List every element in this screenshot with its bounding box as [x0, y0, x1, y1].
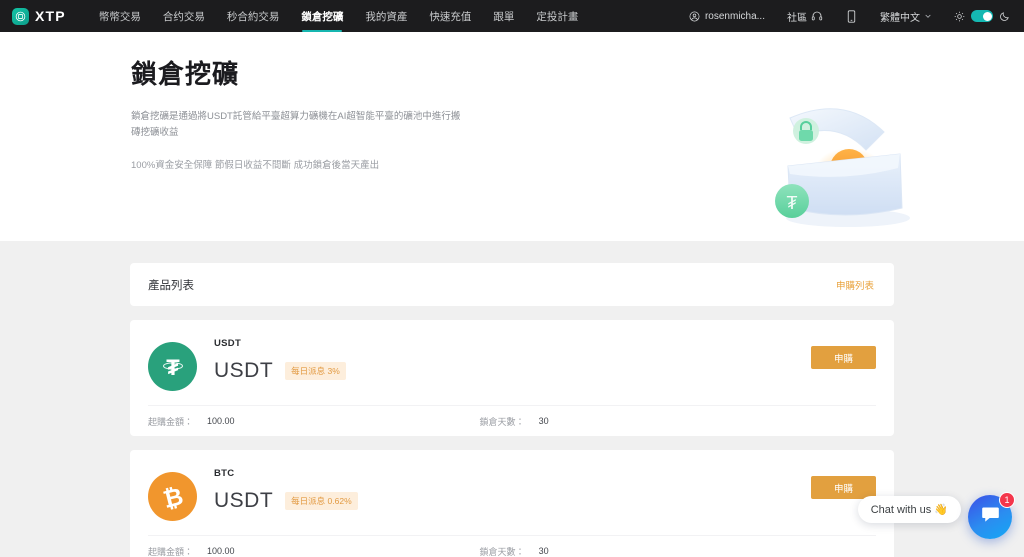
min-amount-field: 起購金額： 100.00: [148, 545, 235, 557]
product-meta-row: 起購金額： 100.00 鎖倉天數： 30: [148, 535, 876, 557]
product-info: BTC USDT 每日派息 0.62%: [214, 466, 358, 513]
user-account-menu[interactable]: rosenmicha...: [677, 11, 777, 22]
product-card-top: ₮ USDT USDT 每日派息 3% 申購: [148, 336, 876, 391]
product-name-row: USDT 每日派息 0.62%: [214, 489, 358, 513]
hero-description: 鎖倉挖礦是通過將USDT託管給平臺超算力礦機在AI超智能平臺的礦池中進行搬磚挖礦…: [131, 109, 461, 140]
nav-item-lock-mining[interactable]: 鎖倉挖礦: [290, 0, 354, 32]
nav-item-quick-recharge[interactable]: 快速充值: [418, 0, 482, 32]
lock-days-value: 30: [539, 546, 549, 556]
hero-section: 鎖倉挖礦 鎖倉挖礦是通過將USDT託管給平臺超算力礦機在AI超智能平臺的礦池中進…: [0, 32, 1024, 241]
nav-item-copy-trade[interactable]: 跟單: [482, 0, 525, 32]
top-navigation-bar: XTP 幣幣交易 合约交易 秒合約交易 鎖倉挖礦 我的資產 快速充值 跟單 定投…: [0, 0, 1024, 32]
brand-name: XTP: [35, 8, 66, 24]
treasure-chest-illustration: ₿ ₮: [750, 106, 940, 236]
moon-icon: [999, 11, 1010, 22]
page-title: 鎖倉挖礦: [131, 54, 1024, 91]
sun-icon: [954, 11, 965, 22]
language-selector[interactable]: 繁體中文: [870, 9, 942, 24]
user-circle-icon: [689, 11, 700, 22]
nav-item-label: 快速充值: [429, 9, 471, 24]
nav-item-bibi-trade[interactable]: 幣幣交易: [88, 0, 152, 32]
product-list-header: 產品列表 申購列表: [130, 263, 894, 306]
subscription-list-link[interactable]: 申購列表: [836, 278, 874, 292]
nav-item-label: 合约交易: [163, 9, 205, 24]
chat-launcher-button[interactable]: 1: [968, 495, 1012, 539]
product-code: USDT: [214, 338, 346, 349]
nav-item-label: 跟單: [493, 9, 514, 24]
product-name: USDT: [214, 359, 273, 383]
product-card-btc: ₿ BTC USDT 每日派息 0.62% 申購 起購金額： 100.00: [130, 450, 894, 557]
nav-item-seconds-contract[interactable]: 秒合約交易: [216, 0, 291, 32]
nav-items: 幣幣交易 合约交易 秒合約交易 鎖倉挖礦 我的資產 快速充值 跟單 定投計畫: [88, 0, 590, 32]
usdt-coin-icon: ₮: [148, 342, 197, 391]
product-name: USDT: [214, 489, 273, 513]
lock-days-field: 鎖倉天數： 30: [480, 545, 549, 557]
headset-icon: [811, 10, 823, 22]
theme-toggle-group[interactable]: [942, 10, 1016, 22]
svg-text:₮: ₮: [166, 355, 180, 380]
chat-bubble-icon: [980, 504, 1001, 530]
min-amount-label: 起購金額：: [148, 545, 193, 557]
nav-item-label: 秒合約交易: [227, 9, 280, 24]
nav-item-my-assets[interactable]: 我的資產: [354, 0, 418, 32]
lock-days-label: 鎖倉天數：: [480, 545, 525, 557]
daily-rate-badge: 每日派息 3%: [285, 362, 346, 380]
language-label: 繁體中文: [880, 9, 920, 24]
mobile-app-link[interactable]: [833, 10, 870, 23]
product-meta-row: 起購金額： 100.00 鎖倉天數： 30: [148, 405, 876, 436]
product-code: BTC: [214, 468, 358, 479]
subscribe-button[interactable]: 申購: [811, 346, 876, 369]
product-info: USDT USDT 每日派息 3%: [214, 336, 346, 383]
nav-item-contract-trade[interactable]: 合约交易: [152, 0, 216, 32]
min-amount-value: 100.00: [207, 416, 235, 426]
nav-item-label: 我的資產: [365, 9, 407, 24]
product-list-panel: 產品列表 申購列表 ₮ USDT USDT 每日派息 3%: [130, 263, 894, 557]
nav-item-label: 定投計畫: [536, 9, 578, 24]
daily-rate-badge: 每日派息 0.62%: [285, 492, 357, 510]
svg-text:₿: ₿: [160, 482, 186, 512]
product-card-top: ₿ BTC USDT 每日派息 0.62% 申購: [148, 466, 876, 521]
mobile-phone-icon: [847, 10, 856, 23]
btc-coin-icon: ₿: [148, 472, 197, 521]
min-amount-label: 起購金額：: [148, 415, 193, 428]
nav-item-label: 鎖倉挖礦: [301, 9, 343, 24]
chat-with-us-pill[interactable]: Chat with us 👋: [858, 496, 961, 523]
community-label: 社區: [787, 9, 807, 24]
nav-item-label: 幣幣交易: [99, 9, 141, 24]
chat-unread-badge: 1: [999, 492, 1015, 508]
lock-days-value: 30: [539, 416, 549, 426]
nav-right-controls: rosenmicha... 社區 繁體中文: [677, 0, 1016, 32]
chevron-down-icon: [924, 12, 932, 20]
product-card-usdt: ₮ USDT USDT 每日派息 3% 申購 起購金額： 100.00: [130, 320, 894, 436]
subscribe-button[interactable]: 申購: [811, 476, 876, 499]
lock-days-label: 鎖倉天數：: [480, 415, 525, 428]
min-amount-value: 100.00: [207, 546, 235, 556]
brand-logo[interactable]: XTP: [12, 8, 66, 25]
nav-item-investment-plan[interactable]: 定投計畫: [525, 0, 589, 32]
xtp-logo-icon: [12, 8, 29, 25]
lock-days-field: 鎖倉天數： 30: [480, 415, 549, 428]
product-name-row: USDT 每日派息 3%: [214, 359, 346, 383]
community-link[interactable]: 社區: [777, 9, 833, 24]
svg-text:₮: ₮: [787, 193, 798, 213]
min-amount-field: 起購金額： 100.00: [148, 415, 235, 428]
product-list-title: 產品列表: [148, 277, 194, 293]
theme-switch[interactable]: [971, 10, 993, 22]
user-name: rosenmicha...: [705, 11, 765, 22]
